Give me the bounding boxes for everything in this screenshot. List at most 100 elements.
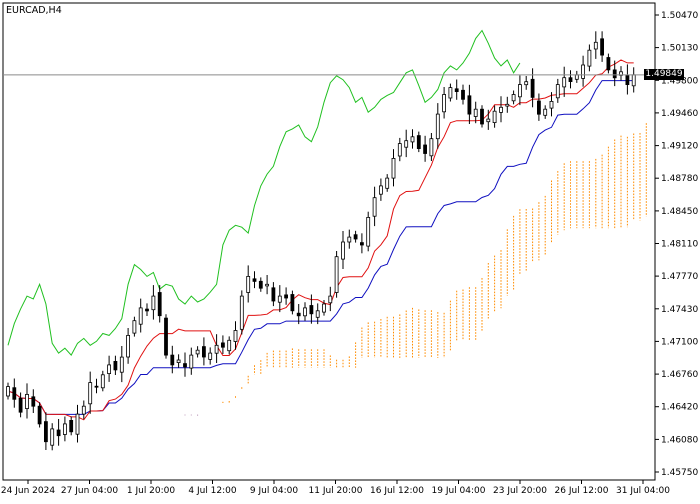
x-tick-label: 1 Jul 20:00 [127,486,176,496]
candle-body [492,110,497,123]
candle-body [341,241,345,260]
candle-body [467,95,472,115]
candle-body [31,396,36,407]
candle-body [50,428,55,446]
candle-body [568,77,573,82]
candle-body [543,108,548,116]
candle-body [6,386,10,397]
y-tick-label: 1.46080 [661,435,698,445]
candle-body [499,106,503,113]
candle-body [600,38,604,56]
candle-body [284,294,289,299]
candle-body [315,310,320,318]
candle-body [151,295,156,311]
candle-body [631,74,636,87]
y-tick-label: 1.45750 [661,468,698,478]
candle-body [88,382,93,405]
candle-body [322,303,326,313]
candle-body [480,108,484,125]
candle-body [606,57,611,71]
x-tick-label: 9 Jul 04:00 [250,486,299,496]
candle-body [94,385,99,388]
candle-body [309,305,314,315]
candle-body [100,374,105,389]
candle-body [461,89,465,100]
y-tick-label: 1.48780 [661,174,698,184]
x-tick-label: 4 Jul 12:00 [188,486,237,496]
x-tick-label: 26 Jul 12:00 [555,486,609,496]
candle-body [113,360,118,371]
candle-body [505,103,510,107]
candle-body [473,108,478,117]
y-tick-label: 1.49460 [661,109,698,119]
candle-body [138,307,143,325]
candle-body [233,330,238,342]
y-tick-label: 1.46760 [661,370,698,380]
x-tick-label: 24 Jun 2024 [1,486,55,496]
candle-body [328,295,333,304]
candle-body [44,421,48,443]
candle-body [75,413,80,435]
candle-body [537,100,541,115]
candle-body [353,234,358,240]
candle-body [303,307,307,317]
x-tick-label: 31 Jul 04:00 [616,486,670,496]
candle-body [214,344,219,354]
candle-body [201,346,206,358]
candle-body [486,118,491,123]
candle-body [271,287,276,302]
candle-body [227,339,232,352]
chart-svg: 1.504701.501301.498001.494601.491201.487… [1,2,698,496]
candle-body [164,317,168,356]
y-tick-label: 1.46420 [661,403,698,413]
candle-body [56,429,61,437]
candle-body [37,405,42,425]
candle-body [429,138,434,157]
candle-body [170,354,175,366]
candle-body [195,349,200,355]
y-tick-label: 1.48110 [661,240,698,250]
candle-body [366,216,371,247]
candle-body [347,236,352,243]
candle-body [442,94,447,113]
candle-body [524,81,529,86]
candle-body [391,157,396,179]
candle-body [612,69,617,79]
candle-body [385,177,390,189]
candle-body [119,356,124,373]
candle-body [359,242,364,246]
candle-body [410,136,415,143]
candle-body [183,363,187,368]
candle-body [372,197,377,217]
candle-body [530,78,535,98]
symbol-label: EURCAD,H4 [6,5,62,16]
y-tick-label: 1.47430 [661,305,698,315]
x-tick-label: 19 Jul 04:00 [432,486,486,496]
candle-body [176,359,181,363]
x-tick-label: 23 Jul 20:00 [493,486,547,496]
candle-body [18,397,23,413]
candle-body [511,94,516,102]
candle-body [593,41,598,50]
candle-body [265,283,270,287]
chart-area[interactable]: 1.50470 1.50130 1.49800 1.49460 1.49120 1.487… [0,0,700,500]
candle-body [132,320,137,334]
candle-body [277,295,282,303]
candle-body [81,405,86,415]
x-tick-label: 16 Jul 12:00 [370,486,424,496]
candle-body [397,143,402,157]
candle-body [435,113,440,140]
candle-body [518,84,522,98]
y-tick-label: 1.48450 [661,207,698,217]
candle-body [208,352,213,360]
candle-body [107,364,111,374]
candle-body [290,294,295,312]
candle-body [220,342,225,348]
candle-body [555,84,560,99]
candle-body [157,292,162,317]
candle-body [126,334,130,358]
y-tick-label: 1.49120 [661,142,698,152]
y-tick-label: 1.50470 [661,11,698,21]
candle-body [625,75,630,86]
candle-body [25,393,29,409]
